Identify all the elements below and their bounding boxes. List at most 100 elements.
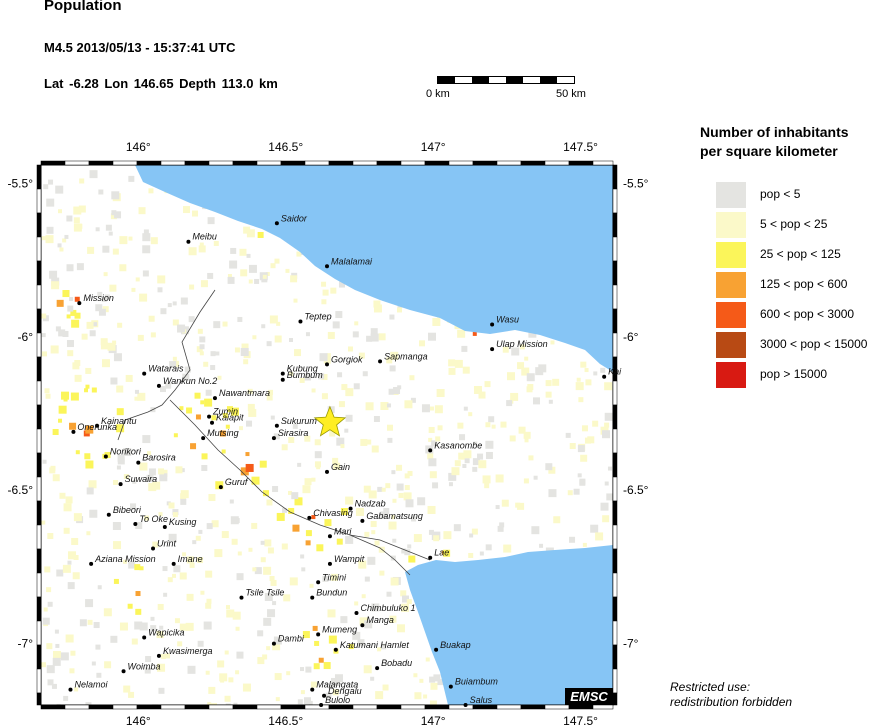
place-label: Norikori [110, 446, 142, 456]
frame-tick [36, 308, 42, 334]
legend-item: 5 < pop < 25 [716, 212, 883, 238]
place-dot [186, 239, 191, 244]
place-label: Bibeori [113, 505, 142, 515]
place-dot [316, 580, 321, 585]
frame-tick [64, 704, 90, 710]
place-dot [360, 518, 365, 523]
legend-label: 3000 < pop < 15000 [760, 337, 868, 351]
frame-tick [424, 160, 450, 166]
frame-tick [36, 260, 42, 286]
frame-tick [612, 188, 618, 214]
place-dot [210, 420, 215, 425]
place-label: Watarais [148, 364, 184, 374]
place-dot [428, 448, 433, 453]
frame-tick [520, 704, 546, 710]
frame-tick [568, 160, 594, 166]
place-label: Nawantmara [219, 388, 270, 398]
place-dot [142, 635, 147, 640]
frame-tick [36, 332, 42, 358]
place-label: Bobadu [381, 658, 412, 668]
frame-tick [36, 572, 42, 598]
frame-tick [544, 160, 570, 166]
frame-tick [612, 452, 618, 478]
legend-swatch [716, 302, 746, 328]
frame-tick [352, 160, 378, 166]
legend-label: 600 < pop < 3000 [760, 307, 855, 321]
frame-tick [612, 332, 618, 358]
y-tick-label: -6.5° [8, 483, 34, 497]
legend-title-line2: per square kilometer [700, 143, 838, 159]
place-dot [212, 396, 217, 401]
frame-tick [352, 704, 378, 710]
place-label: Nadzab [355, 499, 386, 509]
frame-tick [232, 160, 258, 166]
place-dot [171, 561, 176, 566]
restricted-line1: Restricted use: [670, 680, 751, 694]
place-dot [333, 647, 338, 652]
frame-tick [136, 160, 162, 166]
x-tick-label: 147.5° [563, 140, 598, 154]
frame-tick [612, 692, 618, 706]
frame-tick [36, 452, 42, 478]
legend-swatch [716, 272, 746, 298]
place-label: Meibu [192, 232, 217, 242]
restricted-line2: redistribution forbidden [670, 695, 793, 709]
place-dot [201, 436, 206, 441]
place-dot [89, 561, 94, 566]
frame-tick [112, 160, 138, 166]
frame-tick [612, 284, 618, 310]
place-dot [106, 512, 111, 517]
frame-tick [36, 644, 42, 670]
frame-tick [36, 476, 42, 502]
place-label: Kwasimerga [163, 646, 213, 656]
legend-label: pop < 5 [760, 187, 801, 201]
legend-item: 600 < pop < 3000 [716, 302, 883, 328]
place-label: Mumeng [322, 624, 357, 634]
place-label: Buiambum [455, 677, 499, 687]
place-dot [133, 521, 138, 526]
x-tick-label: 146.5° [268, 140, 303, 154]
legend-label: pop > 15000 [760, 367, 828, 381]
frame-tick [376, 160, 402, 166]
place-label: Wankun No.2 [163, 376, 217, 386]
place-dot [327, 561, 332, 566]
place-dot [118, 482, 123, 487]
place-dot [218, 485, 223, 490]
frame-tick [40, 704, 66, 710]
place-label: Mutsing [207, 428, 239, 438]
frame-tick [208, 704, 234, 710]
place-label: Saidor [281, 213, 308, 223]
place-label: Gain [331, 462, 350, 472]
frame-tick [400, 704, 426, 710]
frame-tick [612, 212, 618, 238]
y-tick-label: -5.5° [8, 176, 34, 190]
frame-tick [36, 188, 42, 214]
place-dot [375, 666, 380, 671]
frame-tick [304, 704, 330, 710]
frame-tick [612, 380, 618, 406]
frame-tick [184, 704, 210, 710]
place-label: Bumbum [287, 370, 324, 380]
place-dot [162, 525, 167, 530]
place-label: Sapmanga [384, 351, 428, 361]
place-dot [71, 429, 76, 434]
place-dot [103, 454, 108, 459]
place-dot [490, 347, 495, 352]
legend-item: pop > 15000 [716, 362, 883, 388]
place-dot [68, 687, 73, 692]
legend-item: 125 < pop < 600 [716, 272, 883, 298]
place-dot [325, 469, 329, 474]
frame-tick [472, 160, 498, 166]
frame-tick [160, 704, 186, 710]
frame-tick [424, 704, 450, 710]
frame-tick [36, 668, 42, 694]
frame-tick [36, 620, 42, 646]
x-tick-label: 146° [126, 714, 151, 726]
place-dot [239, 595, 244, 600]
legend-label: 5 < pop < 25 [760, 217, 828, 231]
frame-tick [36, 548, 42, 574]
place-label: Wampit [334, 554, 365, 564]
x-tick-label: 146° [126, 140, 151, 154]
place-dot [136, 460, 141, 465]
legend-swatch [716, 332, 746, 358]
